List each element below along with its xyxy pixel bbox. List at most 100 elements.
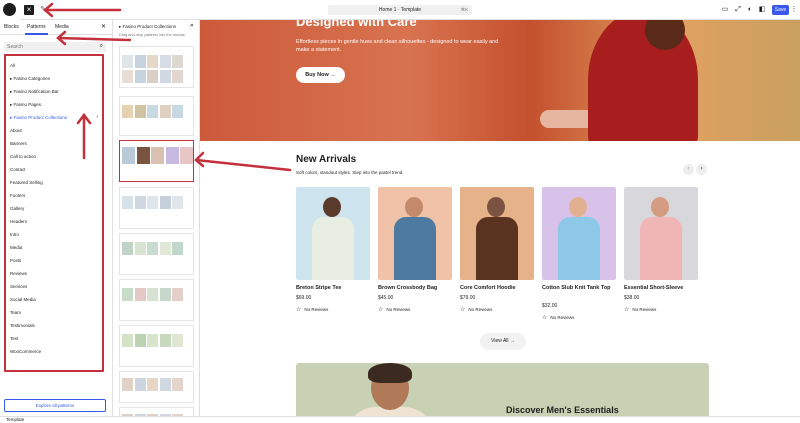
carousel-prev-button[interactable]: ‹ — [683, 164, 694, 175]
product-name[interactable]: Essential Short-Sleeve — [624, 285, 702, 292]
carousel-next-button[interactable]: › — [696, 164, 707, 175]
star-icon: ☆ — [542, 315, 548, 321]
product-image[interactable] — [624, 187, 698, 280]
category-gallery[interactable]: Gallery — [10, 206, 24, 211]
close-icon[interactable]: ✕ — [101, 23, 106, 30]
product-image[interactable] — [542, 187, 616, 280]
editor-canvas[interactable]: Designed with Care Effortless pieces in … — [200, 20, 800, 416]
product-image-model-body — [312, 217, 354, 280]
command-shortcut: ⌘K — [460, 7, 468, 12]
product-image-model-body — [394, 217, 436, 280]
chevron-right-icon: › — [96, 114, 98, 120]
category-services[interactable]: Services — [10, 284, 27, 289]
product-image[interactable] — [378, 187, 452, 280]
close-icon[interactable]: ✕ — [190, 23, 194, 29]
block-inserter-panel: Blocks Patterns Media ✕ ⌕ All ▸ Fasino C… — [0, 20, 113, 416]
product-price: $32.00 — [542, 303, 558, 309]
document-title: Home 1 · Template — [378, 7, 422, 13]
product-name[interactable]: Core Comfort Hoodie — [460, 285, 538, 292]
category-testimonials[interactable]: Testimonials — [10, 323, 35, 328]
star-icon: ☆ — [378, 307, 384, 313]
product-review-count: No Reviews — [468, 307, 493, 312]
new-arrivals-title[interactable]: New Arrivals — [296, 154, 356, 165]
product-image-model-head — [487, 197, 505, 217]
inserter-tabs: Blocks Patterns Media ✕ — [0, 20, 113, 35]
category-woocommerce[interactable]: WooCommerce — [10, 349, 41, 354]
product-image-model-body — [640, 217, 682, 280]
category-media[interactable]: Media — [10, 245, 22, 250]
save-button[interactable]: Save — [772, 5, 789, 15]
desktop-view-icon[interactable]: ▭ — [720, 5, 730, 15]
category-about[interactable]: About — [10, 128, 22, 133]
product-name[interactable]: Breton Stripe Tee — [296, 285, 374, 292]
product-price: $45.00 — [378, 295, 394, 301]
category-contact[interactable]: Contact — [10, 167, 26, 172]
site-logo-button[interactable] — [0, 0, 20, 20]
hero-title[interactable]: Designed with Care — [296, 20, 417, 29]
star-icon: ☆ — [624, 307, 630, 313]
pattern-preview[interactable] — [119, 279, 194, 321]
pattern-preview[interactable] — [119, 233, 194, 275]
pattern-search[interactable]: ⌕ — [4, 42, 106, 52]
pattern-category-description: Drag and drop patterns into the canvas. — [119, 33, 186, 37]
product-name[interactable]: Brown Crossbody Bag — [378, 285, 456, 292]
external-view-icon[interactable]: ⤢ — [733, 5, 743, 15]
product-reviews: ☆ No Reviews — [460, 306, 492, 313]
category-banners[interactable]: Banners — [10, 141, 27, 146]
category-fasino-pages[interactable]: ▸ Fasino Pages — [10, 102, 41, 108]
tools-icon[interactable]: ✎ — [38, 5, 48, 15]
category-social-media[interactable]: Social Media — [10, 297, 36, 302]
product-image-model-head — [405, 197, 423, 217]
pattern-preview[interactable] — [119, 325, 194, 367]
hero-section[interactable]: Designed with Care Effortless pieces in … — [200, 20, 800, 141]
pattern-preview[interactable] — [119, 96, 194, 136]
category-fasino-categories[interactable]: ▸ Fasino Categories — [10, 76, 50, 82]
banner-title[interactable]: Discover Men's Essentials — [506, 405, 619, 415]
mens-essentials-banner[interactable]: Discover Men's Essentials — [296, 363, 709, 416]
pattern-preview[interactable] — [119, 407, 194, 416]
close-inserter-button[interactable]: × — [24, 5, 34, 15]
category-reviews[interactable]: Reviews — [10, 271, 27, 276]
search-input[interactable] — [4, 42, 84, 52]
category-call-to-action[interactable]: Call to action — [10, 154, 36, 159]
search-icon: ⌕ — [99, 43, 103, 49]
star-icon: ☆ — [296, 307, 302, 313]
category-team[interactable]: Team — [10, 310, 21, 315]
category-fasino-product-collections[interactable]: ▸ Fasino Product Collections — [10, 115, 67, 121]
new-arrivals-subtitle[interactable]: Soft colors, standout styles. Step into … — [296, 170, 404, 175]
buy-now-button[interactable]: Buy Now → — [296, 67, 345, 83]
star-icon: ☆ — [460, 307, 466, 313]
editor-footer: Template — [0, 416, 800, 423]
category-posts[interactable]: Posts — [10, 258, 21, 263]
product-image[interactable] — [460, 187, 534, 280]
product-image[interactable] — [296, 187, 370, 280]
category-text[interactable]: Text — [10, 336, 18, 341]
product-image-model-body — [476, 217, 518, 280]
explore-all-patterns-button[interactable]: Explore all patterns — [4, 399, 106, 412]
category-featured-selling[interactable]: Featured Selling — [10, 180, 43, 185]
settings-sidebar-icon[interactable]: ◧ — [757, 5, 767, 15]
product-image-model-head — [323, 197, 341, 217]
category-headers[interactable]: Headers — [10, 219, 27, 224]
pattern-preview[interactable] — [119, 187, 194, 229]
pattern-preview[interactable] — [119, 46, 194, 88]
editor-toolbar: × ✎ Home 1 · Template ⌘K ▭ ⤢ ◐ ◧ Save ⋮ — [0, 0, 800, 20]
tab-media[interactable]: Media — [55, 24, 69, 30]
hero-subtitle[interactable]: Effortless pieces in gentle hues and cle… — [296, 38, 511, 54]
pattern-preview-highlighted[interactable] — [119, 140, 194, 182]
tab-blocks[interactable]: Blocks — [4, 24, 19, 30]
styles-icon[interactable]: ◐ — [745, 5, 755, 15]
document-bar[interactable]: Home 1 · Template ⌘K — [328, 5, 472, 15]
product-name[interactable]: Cotton Slub Knit Tank Top — [542, 285, 620, 292]
view-all-button[interactable]: View All → — [480, 333, 526, 350]
category-footers[interactable]: Footers — [10, 193, 25, 198]
category-intro[interactable]: Intro — [10, 232, 19, 237]
footer-breadcrumb[interactable]: Template — [6, 417, 24, 422]
category-all[interactable]: All — [10, 63, 15, 68]
category-fasino-notification-bar[interactable]: ▸ Fasino Notification Bar — [10, 89, 59, 95]
product-review-count: No Reviews — [386, 307, 411, 312]
tab-patterns[interactable]: Patterns — [25, 24, 48, 35]
pattern-category-heading: ▸ Fasino Product Collections — [119, 24, 177, 29]
pattern-preview[interactable] — [119, 371, 194, 403]
more-options-icon[interactable]: ⋮ — [790, 5, 798, 15]
